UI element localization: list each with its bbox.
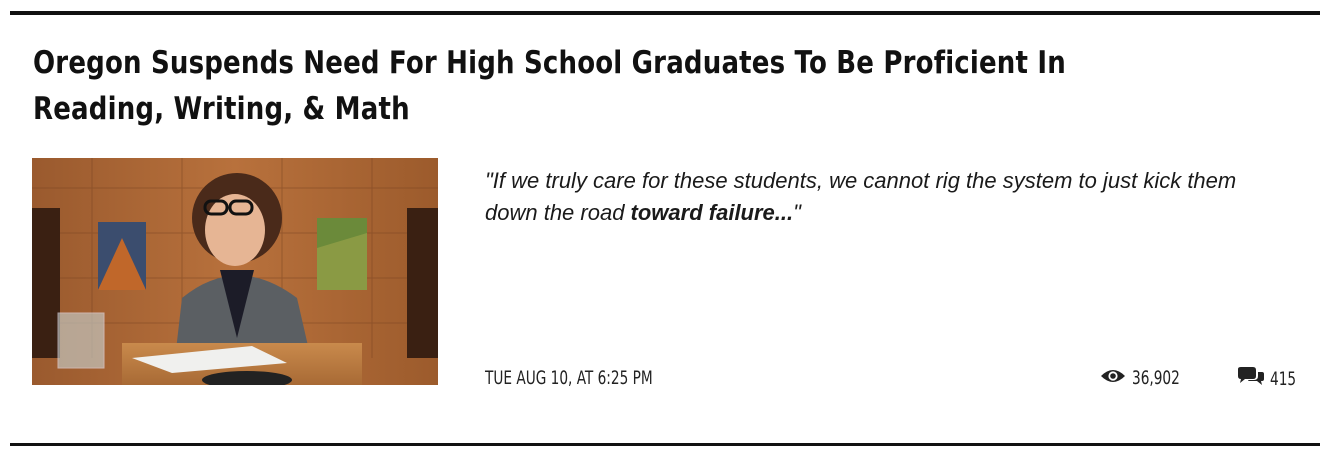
bottom-divider	[10, 443, 1320, 446]
article-photo	[32, 158, 438, 385]
article-thumbnail[interactable]	[32, 158, 438, 385]
comments-icon	[1236, 366, 1266, 392]
article-title-link[interactable]: Oregon Suspends Need For High School Gra…	[33, 40, 1091, 132]
comment-count-value: 415	[1270, 368, 1297, 390]
view-count: 36,902	[1100, 366, 1192, 390]
article-date: TUE AUG 10, AT 6:25 PM	[485, 367, 653, 389]
article-excerpt: "If we truly care for these students, we…	[485, 165, 1285, 229]
top-divider	[10, 11, 1320, 15]
excerpt-text: "If we truly care for these students, we…	[485, 168, 1237, 225]
excerpt-closing-quote: "	[793, 200, 801, 225]
comments-link[interactable]: 415	[1236, 366, 1303, 392]
view-count-value: 36,902	[1132, 367, 1180, 389]
eye-icon	[1100, 366, 1126, 390]
excerpt-bold-text: toward failure...	[630, 200, 794, 225]
